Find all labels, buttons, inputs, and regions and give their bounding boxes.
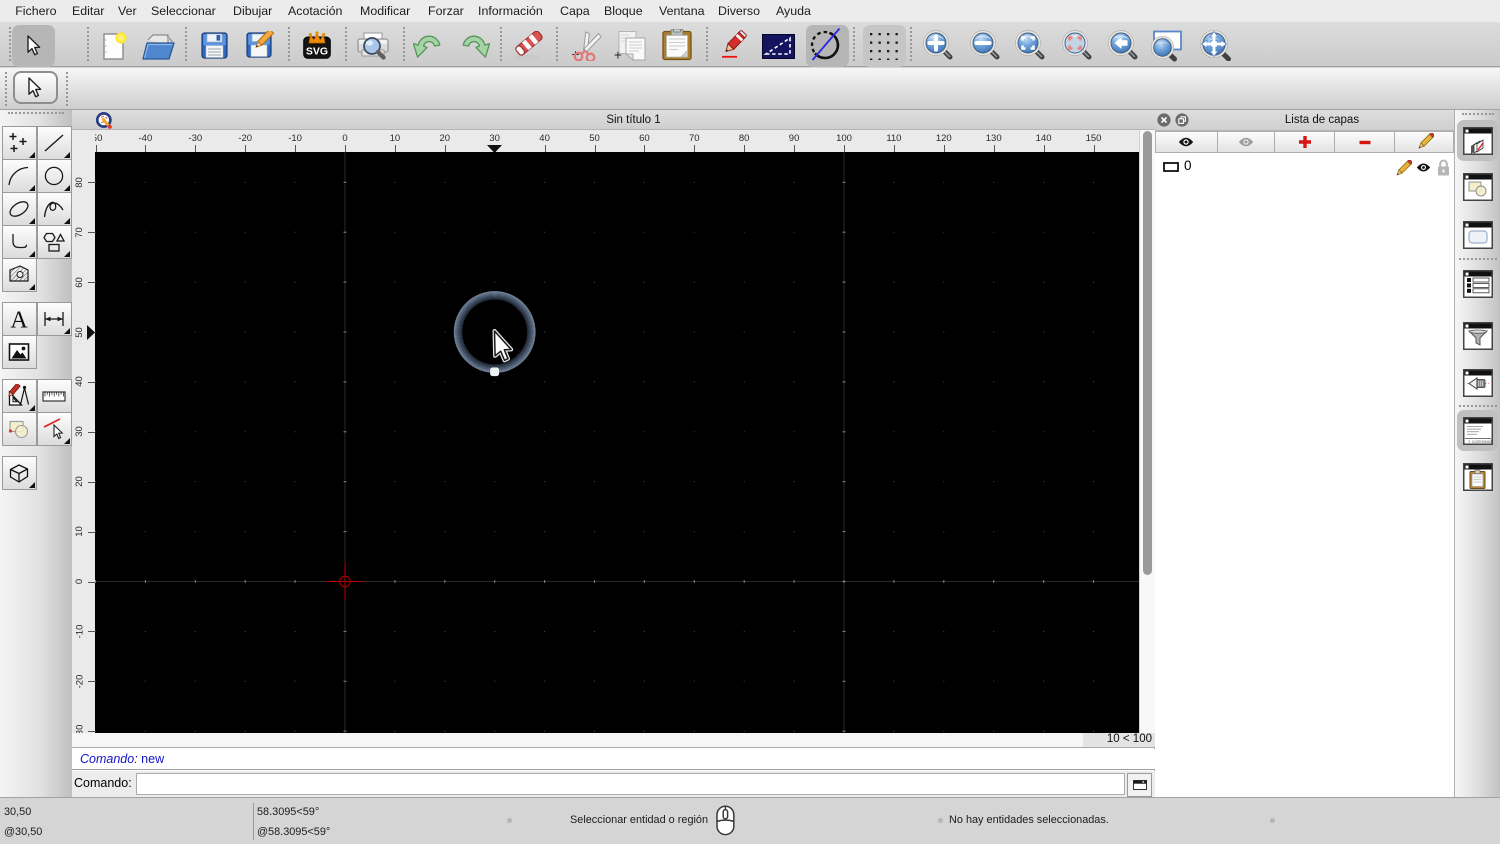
svg-text:+: + bbox=[614, 48, 622, 62]
svg-text:A: A bbox=[10, 308, 28, 332]
svg-text:> command: > command bbox=[1468, 439, 1492, 444]
svg-text:SVG: SVG bbox=[306, 46, 328, 58]
